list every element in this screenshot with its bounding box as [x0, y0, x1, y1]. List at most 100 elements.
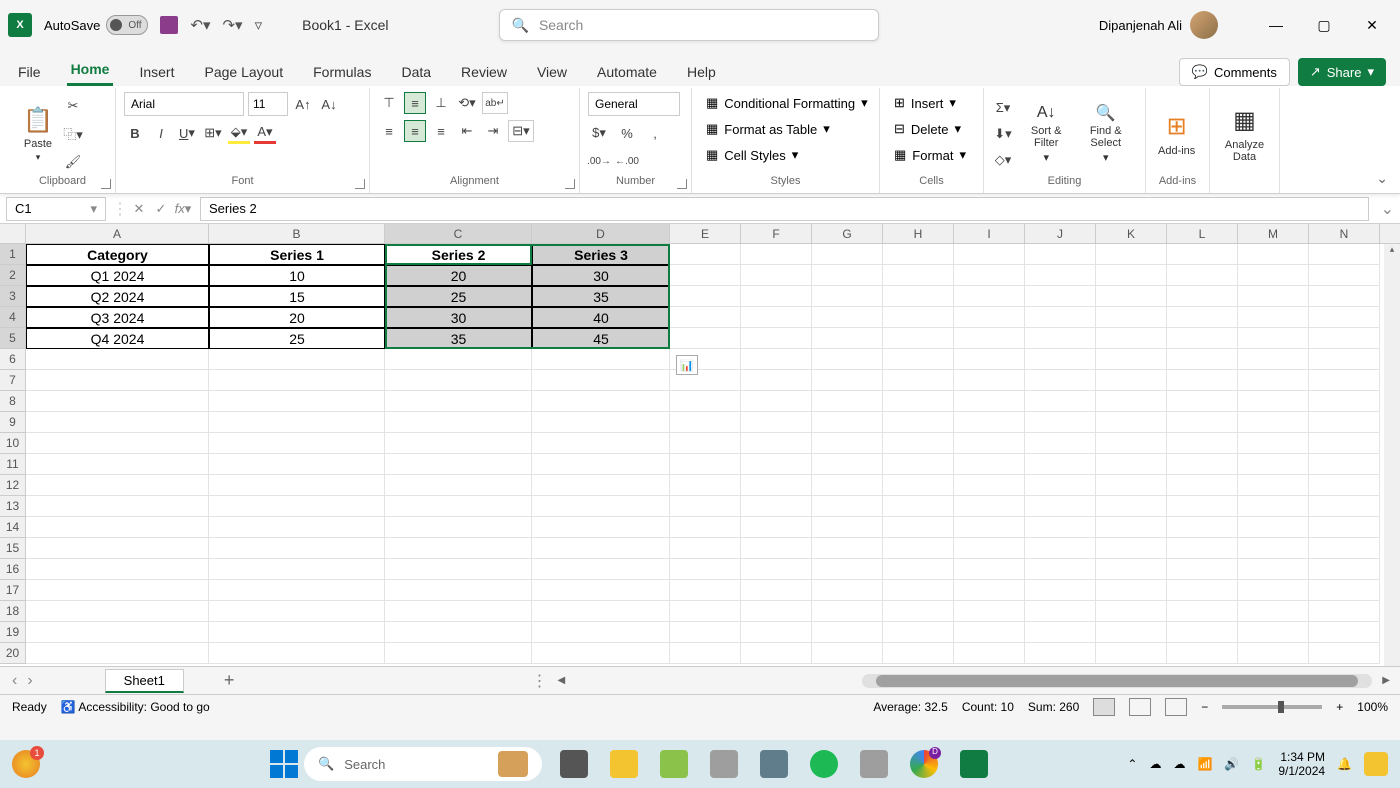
cell[interactable]	[954, 496, 1025, 517]
formula-input[interactable]: Series 2	[200, 197, 1369, 221]
username[interactable]: Dipanjenah Ali	[1099, 18, 1182, 33]
cell[interactable]	[1309, 622, 1380, 643]
sheet-options-icon[interactable]: ⋮	[531, 671, 547, 691]
cell[interactable]	[385, 601, 532, 622]
cell[interactable]	[883, 307, 954, 328]
cell[interactable]	[670, 454, 741, 475]
cell[interactable]	[1167, 601, 1238, 622]
vertical-scrollbar[interactable]: ▴	[1384, 244, 1400, 666]
cell[interactable]	[954, 265, 1025, 286]
cell[interactable]	[954, 328, 1025, 349]
cell[interactable]	[812, 286, 883, 307]
col-header[interactable]: L	[1167, 224, 1238, 243]
cell[interactable]	[1167, 307, 1238, 328]
app-icon[interactable]	[860, 750, 888, 778]
cell[interactable]	[670, 517, 741, 538]
sheet-tab[interactable]: Sheet1	[105, 669, 184, 693]
cell[interactable]	[954, 307, 1025, 328]
col-header[interactable]: E	[670, 224, 741, 243]
autosave-toggle[interactable]: AutoSave Off	[44, 15, 148, 35]
addins-button[interactable]: ⊞ Add-ins	[1154, 109, 1199, 159]
cell[interactable]	[812, 496, 883, 517]
qat-customize-icon[interactable]: ▿	[255, 16, 263, 34]
cell[interactable]	[1096, 370, 1167, 391]
toggle-switch[interactable]: Off	[106, 15, 148, 35]
cell[interactable]	[954, 643, 1025, 664]
cell[interactable]	[670, 286, 741, 307]
wrap-text-button[interactable]: ab↵	[482, 92, 508, 114]
cell[interactable]	[1238, 244, 1309, 265]
cell[interactable]	[1096, 643, 1167, 664]
tab-home[interactable]: Home	[67, 55, 114, 86]
autosum-icon[interactable]: Σ▾	[992, 97, 1014, 119]
cell[interactable]	[26, 433, 209, 454]
cell[interactable]	[741, 454, 812, 475]
cell[interactable]: Q3 2024	[26, 307, 209, 328]
cell[interactable]	[670, 601, 741, 622]
cell[interactable]	[883, 286, 954, 307]
align-bottom-icon[interactable]: ⊥	[430, 92, 452, 114]
cell[interactable]	[883, 433, 954, 454]
col-header[interactable]: M	[1238, 224, 1309, 243]
tray-expand-icon[interactable]: ⌃	[1127, 757, 1137, 771]
cell[interactable]	[26, 538, 209, 559]
cell[interactable]: 15	[209, 286, 385, 307]
cell[interactable]	[741, 580, 812, 601]
comma-icon[interactable]: ,	[644, 122, 666, 144]
cell[interactable]	[741, 391, 812, 412]
chrome-icon[interactable]: D	[910, 750, 938, 778]
cell[interactable]	[741, 559, 812, 580]
tray-app-icon[interactable]	[1364, 752, 1388, 776]
cell[interactable]	[812, 601, 883, 622]
cell[interactable]	[532, 517, 670, 538]
onedrive-icon[interactable]: ☁	[1149, 757, 1161, 771]
cell[interactable]	[1025, 601, 1096, 622]
file-explorer-icon[interactable]	[610, 750, 638, 778]
wifi-icon[interactable]: 📶	[1197, 757, 1212, 771]
tab-insert[interactable]: Insert	[135, 58, 178, 86]
cell[interactable]	[1309, 496, 1380, 517]
cell[interactable]	[385, 538, 532, 559]
cell[interactable]	[883, 622, 954, 643]
cell[interactable]	[532, 349, 670, 370]
cell[interactable]	[741, 475, 812, 496]
clock-date[interactable]: 9/1/2024	[1278, 764, 1325, 778]
cell[interactable]	[1167, 349, 1238, 370]
cell[interactable]	[1096, 391, 1167, 412]
cell[interactable]	[1309, 454, 1380, 475]
horizontal-scrollbar[interactable]	[862, 674, 1372, 688]
row-header[interactable]: 13	[0, 496, 26, 517]
add-sheet-button[interactable]: +	[224, 670, 235, 691]
cell[interactable]	[741, 286, 812, 307]
cell[interactable]	[1096, 412, 1167, 433]
row-header[interactable]: 3	[0, 286, 26, 307]
cell-styles-button[interactable]: ▦Cell Styles▾	[700, 144, 804, 166]
cell[interactable]: Series 2	[385, 244, 532, 265]
cell[interactable]	[1096, 559, 1167, 580]
cell[interactable]	[532, 454, 670, 475]
cell[interactable]	[1025, 643, 1096, 664]
cell[interactable]	[26, 559, 209, 580]
cell[interactable]	[385, 433, 532, 454]
cell[interactable]	[26, 580, 209, 601]
cell[interactable]	[532, 538, 670, 559]
number-format-select[interactable]	[588, 92, 680, 116]
cell[interactable]	[1096, 244, 1167, 265]
cell[interactable]	[532, 433, 670, 454]
cell[interactable]: 35	[385, 328, 532, 349]
sheet-prev-icon[interactable]: ‹	[12, 672, 17, 690]
tab-review[interactable]: Review	[457, 58, 511, 86]
page-layout-view-icon[interactable]	[1129, 698, 1151, 716]
cell[interactable]	[1025, 307, 1096, 328]
cell[interactable]	[385, 391, 532, 412]
percent-icon[interactable]: %	[616, 122, 638, 144]
undo-icon[interactable]: ↶▾	[190, 16, 210, 34]
decrease-font-icon[interactable]: A↓	[318, 93, 340, 115]
cell[interactable]	[812, 349, 883, 370]
cell[interactable]	[741, 517, 812, 538]
taskbar-search[interactable]: 🔍 Search	[304, 747, 542, 781]
align-middle-icon[interactable]: ≡	[404, 92, 426, 114]
bold-button[interactable]: B	[124, 122, 146, 144]
cell[interactable]: 25	[385, 286, 532, 307]
increase-font-icon[interactable]: A↑	[292, 93, 314, 115]
